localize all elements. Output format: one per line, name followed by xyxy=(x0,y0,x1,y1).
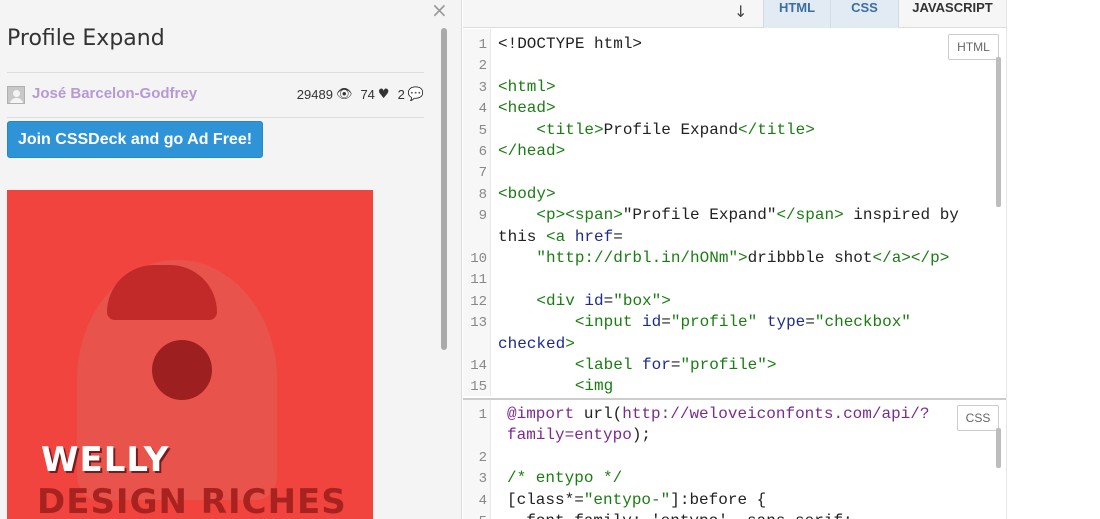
line-number: 15 xyxy=(470,379,487,396)
likes-count: 74 xyxy=(360,87,375,102)
line-number: 4 xyxy=(478,101,487,118)
line-number: 7 xyxy=(478,165,487,182)
css-code-editor[interactable]: 1 @import url(http://weloveiconfonts.com/… xyxy=(463,398,1006,519)
code-line[interactable]: <div id="box"> xyxy=(498,292,670,310)
eye-icon: 👁 xyxy=(335,87,353,102)
line-number: 5 xyxy=(478,122,487,139)
code-line[interactable]: <title>Profile Expand</title> xyxy=(498,121,814,139)
stats: 29489 👁 74 ♥ 2 💬 xyxy=(297,87,424,102)
close-icon[interactable]: × xyxy=(431,0,448,22)
info-sidebar: × Profile Expand José Barcelon-Godfrey 2… xyxy=(0,0,462,519)
divider xyxy=(7,117,424,118)
divider xyxy=(7,72,424,73)
tab-css[interactable]: CSS xyxy=(831,0,899,28)
code-line[interactable]: <head> xyxy=(498,99,556,117)
line-number: 14 xyxy=(470,358,487,374)
code-line[interactable]: /* entypo */ xyxy=(507,469,622,487)
advertisement-banner[interactable]: WELLY DESIGN RICHES xyxy=(7,190,373,519)
html-editor-scrollbar[interactable] xyxy=(996,57,1001,207)
line-number: 8 xyxy=(478,186,487,203)
line-number: 1 xyxy=(478,37,487,53)
code-line[interactable]: <body> xyxy=(498,185,556,203)
editor-pane: ↓ HTML CSS JAVASCRIPT 1 <!DOCTYPE html> 2 3… xyxy=(463,0,1100,519)
pane-border xyxy=(1006,0,1007,519)
comments-count: 2 xyxy=(397,87,405,102)
code-line[interactable]: this <a href= xyxy=(498,228,623,246)
line-number: 11 xyxy=(470,272,487,289)
code-line[interactable]: <p><span>"Profile Expand"</span> inspire… xyxy=(498,206,958,224)
editor-tabs: ↓ HTML CSS JAVASCRIPT xyxy=(463,0,1006,28)
line-number: 2 xyxy=(478,449,487,466)
tab-html[interactable]: HTML xyxy=(763,0,831,28)
line-number: 3 xyxy=(478,471,487,488)
line-number: 2 xyxy=(478,58,487,75)
download-icon[interactable]: ↓ xyxy=(734,2,747,21)
line-number: 4 xyxy=(478,492,487,509)
line-number: 10 xyxy=(470,251,487,267)
code-line[interactable]: <input id="profile" type="checkbox" xyxy=(498,313,911,331)
avatar-icon[interactable] xyxy=(7,86,25,104)
sidebar-scrollbar[interactable] xyxy=(441,28,447,350)
line-number: 12 xyxy=(470,293,487,310)
code-line[interactable]: </head> xyxy=(498,142,565,160)
line-number: 13 xyxy=(470,315,487,332)
ad-free-button[interactable]: Join CSSDeck and go Ad Free! xyxy=(7,121,263,158)
line-number: 9 xyxy=(478,208,487,225)
line-number: 1 xyxy=(478,407,487,423)
tab-javascript[interactable]: JAVASCRIPT xyxy=(899,0,1006,28)
code-line[interactable]: <img xyxy=(498,377,613,395)
code-line[interactable]: checked> xyxy=(498,335,575,353)
heart-icon[interactable]: ♥ xyxy=(378,87,390,102)
line-number: 3 xyxy=(478,79,487,96)
css-language-badge: CSS xyxy=(957,405,999,431)
html-code-editor[interactable]: 1 <!DOCTYPE html> 2 3 <html> 4 <head> 5 <title>… xyxy=(463,29,1006,396)
code-line[interactable]: <html> xyxy=(498,78,556,96)
code-line[interactable]: "http://drbl.in/hONm">dribbble shot</a><… xyxy=(498,249,949,267)
views-count: 29489 xyxy=(296,87,333,102)
page-title: Profile Expand xyxy=(7,26,165,51)
code-line[interactable]: [class*="entypo-"]:before { xyxy=(507,491,766,509)
code-line[interactable]: font-family: 'entypo', sans-serif; xyxy=(507,512,852,519)
ad-photo-mouth xyxy=(152,340,212,400)
author-row: José Barcelon-Godfrey 29489 👁 74 ♥ 2 💬 xyxy=(7,82,424,112)
code-line[interactable]: family=entypo); xyxy=(507,426,651,444)
code-line[interactable]: <!DOCTYPE html> xyxy=(498,35,642,53)
html-language-badge: HTML xyxy=(948,34,999,60)
css-editor-scrollbar[interactable] xyxy=(996,428,1001,468)
code-line[interactable]: <label for="profile"> xyxy=(498,356,777,374)
code-line[interactable]: @import url(http://weloveiconfonts.com/a… xyxy=(507,405,929,423)
author-link[interactable]: José Barcelon-Godfrey xyxy=(32,85,197,102)
line-number: 5 xyxy=(463,514,487,519)
ad-tagline: DESIGN RICHES xyxy=(37,482,347,519)
comment-icon[interactable]: 💬 xyxy=(408,87,424,102)
ad-brand-text: WELLY xyxy=(41,440,170,480)
line-number: 6 xyxy=(478,144,487,160)
